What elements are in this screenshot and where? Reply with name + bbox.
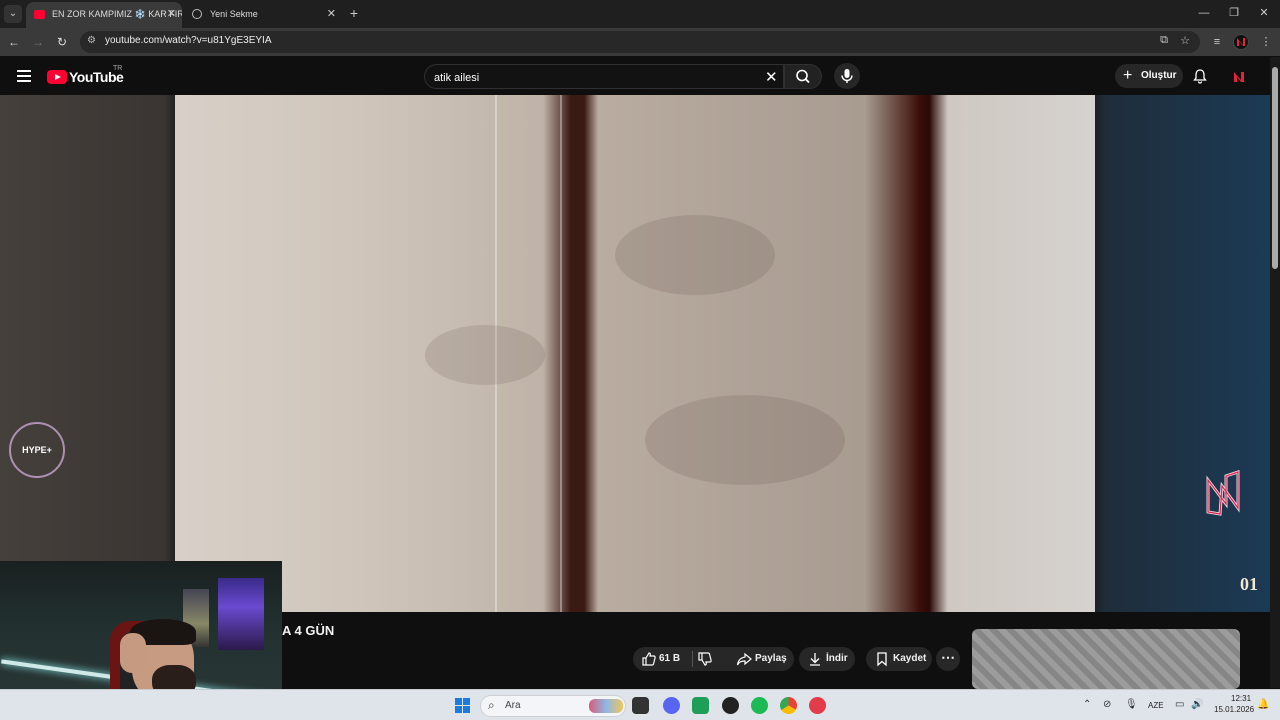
media-controls-icon[interactable]: ≡ xyxy=(1208,33,1226,51)
share-button[interactable]: Paylaş xyxy=(728,647,794,671)
wall-poster xyxy=(218,578,264,650)
thumbs-down-icon[interactable] xyxy=(697,651,713,667)
microphone-icon xyxy=(841,69,853,83)
profile-avatar[interactable] xyxy=(1233,34,1249,50)
share-icon xyxy=(736,651,752,667)
search-input[interactable] xyxy=(434,70,754,85)
video-title: A 4 GÜN xyxy=(282,623,335,638)
app-icon[interactable] xyxy=(809,697,826,714)
more-actions-icon[interactable]: ⋯ xyxy=(936,647,960,671)
chrome-menu-icon[interactable]: ⋮ xyxy=(1257,33,1275,51)
thumbs-up-icon[interactable] xyxy=(641,651,657,667)
reload-icon[interactable]: ↻ xyxy=(53,33,71,51)
page-scrollbar[interactable] xyxy=(1270,57,1280,688)
share-label: Paylaş xyxy=(755,653,787,664)
tab-title: EN ZOR KAMPIMIZ ❄️ KAR FIR xyxy=(52,9,182,19)
volume-icon[interactable]: 🔊 xyxy=(1191,699,1203,710)
tab-youtube[interactable]: EN ZOR KAMPIMIZ ❄️ KAR FIR ✕ xyxy=(26,2,182,28)
wifi-icon[interactable]: ▭ xyxy=(1175,699,1184,710)
microphone-tray-icon[interactable]: 🎙 xyxy=(1125,699,1138,710)
plus-icon: + xyxy=(1123,67,1133,84)
game-app-icon[interactable] xyxy=(722,697,739,714)
chat-app-icon[interactable] xyxy=(692,697,709,714)
clock-date[interactable]: 15.01.2026 xyxy=(1214,705,1254,714)
taskbar-search[interactable]: ⌕ Ara xyxy=(480,695,626,717)
create-button[interactable]: + Oluştur xyxy=(1115,64,1183,88)
search-icon: ⌕ xyxy=(488,698,495,712)
download-icon xyxy=(807,651,823,667)
task-view-icon[interactable] xyxy=(632,697,649,714)
youtube-play-icon xyxy=(47,70,67,84)
windows-start-icon[interactable] xyxy=(455,698,470,713)
discord-icon[interactable] xyxy=(663,697,680,714)
globe-favicon-icon xyxy=(192,9,202,19)
tent-seam xyxy=(560,95,562,612)
fabric-fold xyxy=(425,325,545,385)
recommendation-card[interactable] xyxy=(972,629,1240,689)
windows-taskbar: ⌕ Ara ⌃ ⊘ 🎙 AZE ▭ 🔊 12:31 15.01.2026 🔔 xyxy=(0,689,1280,720)
fabric-fold xyxy=(645,395,845,485)
clock-time[interactable]: 12:31 xyxy=(1231,694,1251,703)
input-language[interactable]: AZE xyxy=(1148,701,1164,710)
search-box: ✕ xyxy=(424,64,784,89)
address-bar[interactable]: ⚙ youtube.com/watch?v=u81YgE3EYIA ⧉ ☆ xyxy=(80,31,1200,53)
tab-search-button[interactable]: ⌄ xyxy=(4,5,22,23)
search-icon xyxy=(796,69,810,84)
menu-icon[interactable] xyxy=(17,70,31,82)
site-info-icon[interactable]: ⚙ xyxy=(87,35,99,49)
minimize-button[interactable]: — xyxy=(1194,4,1214,22)
download-button[interactable]: İndir xyxy=(799,647,855,671)
hype-label: HYPE+ xyxy=(22,445,52,455)
install-app-icon[interactable]: ⧉ xyxy=(1160,34,1168,47)
account-avatar[interactable] xyxy=(1230,68,1248,86)
spotify-icon[interactable] xyxy=(751,697,768,714)
new-tab-button[interactable]: + xyxy=(346,4,362,22)
youtube-header: YouTube TR ✕ + Oluştur xyxy=(0,57,1270,95)
close-window-button[interactable]: ✕ xyxy=(1254,4,1274,22)
scrollbar-thumb[interactable] xyxy=(1272,67,1278,269)
url-text: youtube.com/watch?v=u81YgE3EYIA xyxy=(105,35,272,46)
bookmark-icon xyxy=(874,651,890,667)
browser-tab-strip: ⌄ EN ZOR KAMPIMIZ ❄️ KAR FIR ✕ Yeni Sekm… xyxy=(0,0,1280,28)
bookmark-star-icon[interactable]: ☆ xyxy=(1180,34,1190,47)
video-player[interactable] xyxy=(175,95,1095,612)
close-tab-icon[interactable]: ✕ xyxy=(327,2,336,26)
country-code: TR xyxy=(113,65,123,72)
notifications-bell-icon[interactable] xyxy=(1192,68,1208,84)
close-tab-icon[interactable]: ✕ xyxy=(167,2,176,26)
youtube-favicon-icon xyxy=(34,10,45,19)
restore-button[interactable]: ❐ xyxy=(1224,4,1244,22)
channel-logo-watermark xyxy=(1204,469,1244,518)
tab-title: Yeni Sekme xyxy=(210,9,258,19)
forward-arrow-icon[interactable]: → xyxy=(29,33,47,51)
search-button[interactable] xyxy=(784,64,822,89)
fabric-fold xyxy=(615,215,775,295)
like-count[interactable]: 61 B xyxy=(659,647,680,671)
network-off-icon[interactable]: ⊘ xyxy=(1103,699,1111,710)
voice-search-button[interactable] xyxy=(834,63,860,89)
browser-toolbar: ← → ↻ ⚙ youtube.com/watch?v=u81YgE3EYIA … xyxy=(0,28,1280,56)
create-label: Oluştur xyxy=(1141,70,1177,81)
download-label: İndir xyxy=(826,653,848,664)
tab-new-tab[interactable]: Yeni Sekme ✕ xyxy=(184,2,342,28)
chrome-icon[interactable] xyxy=(780,697,797,714)
search-highlight-image xyxy=(589,699,623,713)
back-arrow-icon[interactable]: ← xyxy=(5,33,23,51)
streamer-hand xyxy=(120,633,146,673)
divider xyxy=(692,651,693,667)
notification-center-icon[interactable]: 🔔 xyxy=(1257,699,1269,710)
corner-badge: 01 xyxy=(1240,574,1258,594)
show-hidden-icons-icon[interactable]: ⌃ xyxy=(1083,699,1091,710)
save-button[interactable]: Kaydet xyxy=(866,647,932,671)
clear-search-icon[interactable]: ✕ xyxy=(765,68,778,86)
taskbar-search-placeholder: Ara xyxy=(505,700,521,711)
save-label: Kaydet xyxy=(893,653,927,664)
hype-badge[interactable]: HYPE+ xyxy=(9,422,65,478)
